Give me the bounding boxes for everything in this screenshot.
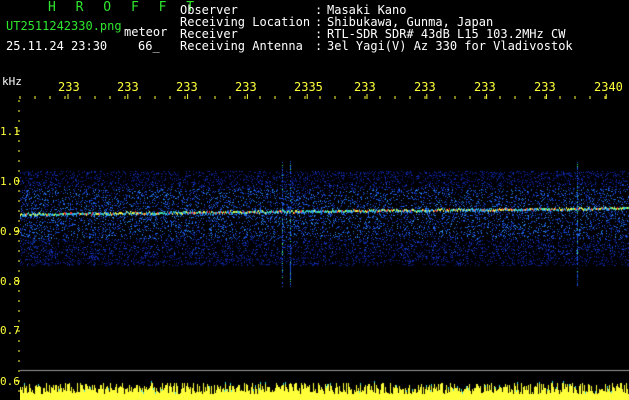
spectrogram-plot: [20, 100, 629, 400]
spectrogram-window: H R O F F T UT2511242330.png meteor 25.1…: [0, 0, 629, 400]
